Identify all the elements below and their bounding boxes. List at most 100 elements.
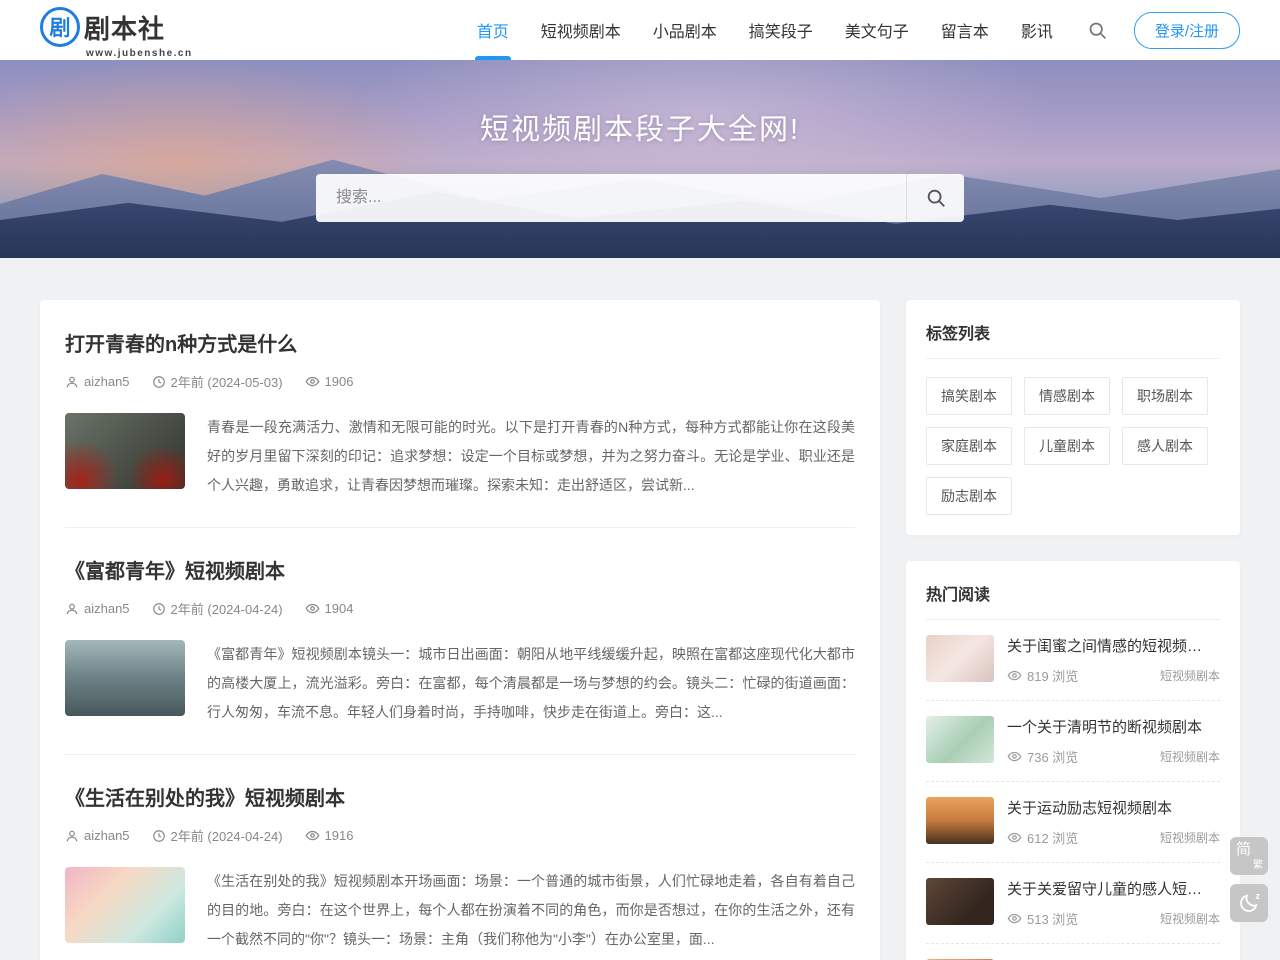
article-title[interactable]: 打开青春的n种方式是什么 bbox=[65, 328, 855, 357]
hot-item-views: 736 浏览 bbox=[1007, 747, 1078, 766]
hot-read-item[interactable]: 关于闺蜜之间情感的短视频… 819 浏览 短视频剧本 bbox=[926, 620, 1220, 701]
hot-item-category[interactable]: 短视频剧本 bbox=[1160, 829, 1220, 846]
nav-item-movie-news[interactable]: 影讯 bbox=[1005, 0, 1069, 60]
divider bbox=[65, 754, 855, 755]
hot-item-category[interactable]: 短视频剧本 bbox=[1160, 910, 1220, 927]
article-thumbnail[interactable] bbox=[65, 640, 185, 716]
views-meta: 1904 bbox=[305, 601, 354, 616]
view-count: 819 浏览 bbox=[1027, 666, 1078, 685]
logo-character: 剧 bbox=[50, 12, 71, 42]
simplified-traditional-toggle[interactable]: 简 繁 bbox=[1230, 837, 1268, 875]
article-thumbnail[interactable] bbox=[65, 413, 185, 489]
hero-title: 短视频剧本段子大全网! bbox=[0, 60, 1280, 148]
article-excerpt: 《富都青年》短视频剧本镜头一：城市日出画面：朝阳从地平线缓缓升起，映照在富都这座… bbox=[207, 640, 855, 727]
hot-read-item[interactable]: 关于关爱留守儿童的感人短… 513 浏览 短视频剧本 bbox=[926, 863, 1220, 944]
login-register-button[interactable]: 登录/注册 bbox=[1134, 12, 1240, 49]
tag-touching[interactable]: 感人剧本 bbox=[1122, 427, 1208, 465]
article-item: 打开青春的n种方式是什么 aizhan5 2年前 (2024-05-03) 19… bbox=[65, 328, 855, 500]
date-meta: 2年前 (2024-04-24) bbox=[152, 599, 283, 618]
site-domain: www.jubenshe.cn bbox=[86, 48, 193, 59]
date-meta: 2年前 (2024-05-03) bbox=[152, 372, 283, 391]
article-meta: aizhan5 2年前 (2024-04-24) 1916 bbox=[65, 826, 855, 845]
article-excerpt: 青春是一段充满活力、激情和无限可能的时光。以下是打开青春的N种方式，每种方式都能… bbox=[207, 413, 855, 500]
author-meta: aizhan5 bbox=[65, 601, 130, 616]
article-excerpt: 《生活在别处的我》短视频剧本开场画面：场景：一个普通的城市街景，人们忙碌地走着，… bbox=[207, 867, 855, 954]
publish-date: 2年前 (2024-04-24) bbox=[171, 599, 283, 618]
nav-item-home[interactable]: 首页 bbox=[461, 0, 525, 60]
author-name: aizhan5 bbox=[84, 601, 130, 616]
hot-item-thumbnail bbox=[926, 635, 994, 682]
hot-read-item[interactable]: 关于夫妻之间感动的短视频… 493 浏览 短视频剧本 bbox=[926, 944, 1220, 960]
tag-inspirational[interactable]: 励志剧本 bbox=[926, 477, 1012, 515]
hot-item-thumbnail bbox=[926, 878, 994, 925]
eye-icon bbox=[305, 374, 320, 389]
tag-emotion[interactable]: 情感剧本 bbox=[1024, 377, 1110, 415]
hero-banner: 短视频剧本段子大全网! bbox=[0, 60, 1280, 258]
author-meta: aizhan5 bbox=[65, 374, 130, 389]
author-name: aizhan5 bbox=[84, 828, 130, 843]
logo-icon: 剧 bbox=[40, 7, 80, 47]
tag-list-card: 标签列表 搞笑剧本 情感剧本 职场剧本 家庭剧本 儿童剧本 感人剧本 励志剧本 bbox=[906, 300, 1240, 535]
author-meta: aizhan5 bbox=[65, 828, 130, 843]
views-meta: 1916 bbox=[305, 828, 354, 843]
search-icon[interactable] bbox=[1087, 20, 1108, 41]
article-title[interactable]: 《生活在别处的我》短视频剧本 bbox=[65, 782, 855, 811]
nav-item-short-video-scripts[interactable]: 短视频剧本 bbox=[525, 0, 637, 60]
view-count: 1916 bbox=[325, 828, 354, 843]
hot-item-views: 819 浏览 bbox=[1007, 666, 1078, 685]
views-meta: 1906 bbox=[305, 374, 354, 389]
top-navbar: 剧 剧本社 www.jubenshe.cn 首页 短视频剧本 小品剧本 搞笑段子… bbox=[0, 0, 1280, 60]
hot-reads-title: 热门阅读 bbox=[926, 581, 1220, 620]
hot-item-title: 关于运动励志短视频剧本 bbox=[1007, 797, 1220, 818]
view-count: 736 浏览 bbox=[1027, 747, 1078, 766]
article-meta: aizhan5 2年前 (2024-05-03) 1906 bbox=[65, 372, 855, 391]
tag-funny[interactable]: 搞笑剧本 bbox=[926, 377, 1012, 415]
eye-icon bbox=[305, 601, 320, 616]
hero-search-bar bbox=[316, 174, 964, 222]
hot-item-views: 612 浏览 bbox=[1007, 828, 1078, 847]
article-title[interactable]: 《富都青年》短视频剧本 bbox=[65, 555, 855, 584]
hero-search-button[interactable] bbox=[906, 174, 964, 222]
hot-read-item[interactable]: 关于运动励志短视频剧本 612 浏览 短视频剧本 bbox=[926, 782, 1220, 863]
hero-search-input[interactable] bbox=[316, 174, 906, 222]
tag-family[interactable]: 家庭剧本 bbox=[926, 427, 1012, 465]
article-thumbnail[interactable] bbox=[65, 867, 185, 943]
view-count: 1906 bbox=[325, 374, 354, 389]
publish-date: 2年前 (2024-04-24) bbox=[171, 826, 283, 845]
dark-mode-toggle[interactable]: z bbox=[1230, 884, 1268, 922]
clock-icon bbox=[152, 829, 166, 843]
hot-item-title: 一个关于清明节的断视频剧本 bbox=[1007, 716, 1220, 737]
sleep-z-label: z bbox=[1256, 891, 1261, 901]
tag-children[interactable]: 儿童剧本 bbox=[1024, 427, 1110, 465]
floating-toolbar: 简 繁 z bbox=[1230, 837, 1268, 922]
hot-item-views: 513 浏览 bbox=[1007, 909, 1078, 928]
article-meta: aizhan5 2年前 (2024-04-24) 1904 bbox=[65, 599, 855, 618]
site-logo[interactable]: 剧 剧本社 www.jubenshe.cn bbox=[40, 7, 165, 53]
eye-icon bbox=[1007, 830, 1022, 845]
article-list: 打开青春的n种方式是什么 aizhan5 2年前 (2024-05-03) 19… bbox=[40, 300, 880, 960]
clock-icon bbox=[152, 602, 166, 616]
clock-icon bbox=[152, 375, 166, 389]
hot-item-thumbnail bbox=[926, 797, 994, 844]
traditional-label: 繁 bbox=[1253, 861, 1263, 871]
tag-workplace[interactable]: 职场剧本 bbox=[1122, 377, 1208, 415]
eye-icon bbox=[1007, 749, 1022, 764]
site-name: 剧本社 bbox=[84, 9, 165, 46]
date-meta: 2年前 (2024-04-24) bbox=[152, 826, 283, 845]
nav-item-beautiful-sentences[interactable]: 美文句子 bbox=[829, 0, 925, 60]
view-count: 1904 bbox=[325, 601, 354, 616]
hot-read-item[interactable]: 一个关于清明节的断视频剧本 736 浏览 短视频剧本 bbox=[926, 701, 1220, 782]
nav-item-funny-jokes[interactable]: 搞笑段子 bbox=[733, 0, 829, 60]
nav-item-sketch-scripts[interactable]: 小品剧本 bbox=[637, 0, 733, 60]
hot-item-category[interactable]: 短视频剧本 bbox=[1160, 667, 1220, 684]
nav-item-guestbook[interactable]: 留言本 bbox=[925, 0, 1005, 60]
main-nav: 首页 短视频剧本 小品剧本 搞笑段子 美文句子 留言本 影讯 bbox=[461, 0, 1069, 60]
hot-item-category[interactable]: 短视频剧本 bbox=[1160, 748, 1220, 765]
eye-icon bbox=[305, 828, 320, 843]
hot-item-title: 关于关爱留守儿童的感人短… bbox=[1007, 878, 1220, 899]
user-icon bbox=[65, 375, 79, 389]
tag-list-title: 标签列表 bbox=[926, 320, 1220, 359]
eye-icon bbox=[1007, 911, 1022, 926]
publish-date: 2年前 (2024-05-03) bbox=[171, 372, 283, 391]
simplified-label: 简 bbox=[1236, 842, 1251, 857]
